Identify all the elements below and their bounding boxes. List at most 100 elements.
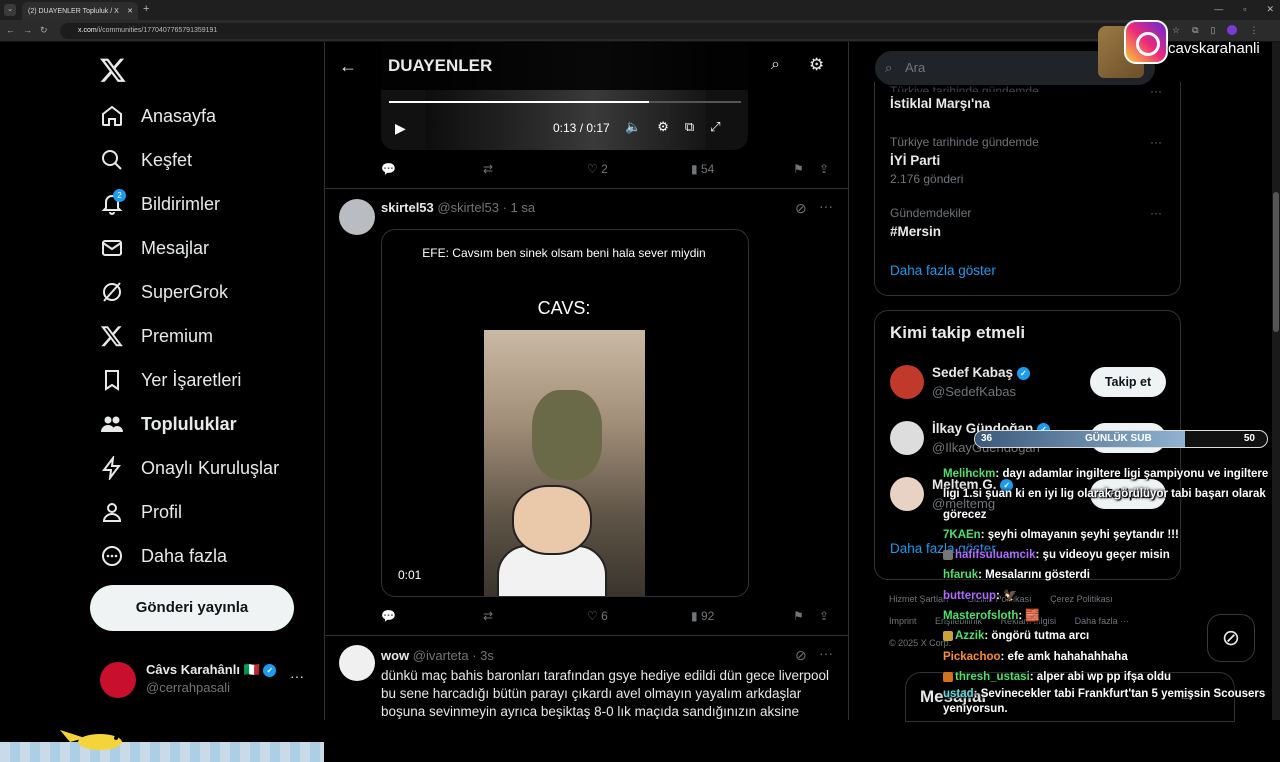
follow-button[interactable]: Takip et bbox=[1090, 367, 1166, 397]
tweet-actions: 💬 ⇄ ♡ 6 ▮ 92 ⚑ ⇪ bbox=[381, 607, 841, 627]
grok-icon[interactable]: ⊘ bbox=[795, 647, 807, 664]
gear-icon[interactable]: ⚙ bbox=[809, 55, 824, 75]
views-icon[interactable]: ▮ 92 bbox=[691, 609, 714, 623]
nav-item-communities[interactable]: Topluluklar bbox=[100, 409, 237, 439]
new-tab-button[interactable]: + bbox=[143, 3, 149, 15]
share-icon[interactable]: ⇪ bbox=[819, 162, 829, 176]
reload-icon[interactable]: ↻ bbox=[40, 25, 48, 36]
play-icon[interactable]: ▶ bbox=[395, 120, 406, 137]
scrollbar-thumb[interactable] bbox=[1273, 192, 1279, 332]
trend-context: Türkiye tarihinde gündemde bbox=[890, 84, 1039, 92]
video-player[interactable]: EFE: Cavsım ben sinek olsam beni hala se… bbox=[381, 229, 749, 597]
chat-text: : Mesalarını gösterdi bbox=[978, 569, 1090, 582]
trend-item[interactable]: Türkiye tarihinde gündemde İstiklal Marş… bbox=[890, 84, 1170, 111]
x-icon bbox=[100, 326, 123, 347]
reply-icon[interactable]: 💬 bbox=[381, 609, 396, 623]
main-column: ← DUAYENLER ⌕ ⚙ ▶ 0:13 / 0:17 🔈 ⚙ ⧉ ⤢ 💬 … bbox=[324, 42, 849, 720]
tweet-author-name[interactable]: skirtel53 bbox=[381, 200, 434, 215]
minimize-button[interactable]: — bbox=[1214, 4, 1223, 15]
page-scrollbar[interactable] bbox=[1272, 42, 1280, 720]
nav-item-label: Mesajlar bbox=[141, 237, 210, 258]
nav-item-premium[interactable]: Premium bbox=[100, 321, 213, 351]
nav-item-label: Profil bbox=[141, 501, 183, 522]
nav-item-home[interactable]: Anasayfa bbox=[100, 101, 216, 131]
video-person bbox=[532, 390, 602, 480]
badge-icon bbox=[943, 671, 953, 682]
nav-item-label: Bildirimler bbox=[141, 193, 221, 214]
follow-suggestion[interactable]: Sedef Kabaş ✓ @SedefKabas Takip et bbox=[890, 365, 1170, 405]
url-field[interactable]: x.com/i/communities/1770407765791359191 bbox=[60, 23, 1140, 39]
nav-item-notifications[interactable]: 2 Bildirimler bbox=[100, 189, 220, 219]
chat-message: Masterofsloth: 🧱 bbox=[943, 606, 1273, 626]
nav-item-verified-orgs[interactable]: Onaylı Kuruluşlar bbox=[100, 453, 279, 483]
chat-username: 7KAEn bbox=[943, 528, 981, 541]
avatar[interactable] bbox=[339, 645, 375, 681]
x-logo-icon[interactable] bbox=[99, 56, 127, 84]
video-duration: 0:01 bbox=[398, 568, 422, 582]
url-path: /i/communities/1770407765791359191 bbox=[96, 27, 218, 34]
more-icon[interactable]: ··· bbox=[819, 645, 833, 661]
more-icon[interactable]: ··· bbox=[819, 198, 833, 214]
reply-icon[interactable]: 💬 bbox=[381, 162, 396, 176]
cartoon-head bbox=[512, 485, 592, 555]
post-button[interactable]: Gönderi yayınla bbox=[90, 585, 294, 631]
like-icon[interactable]: ♡ 2 bbox=[587, 162, 608, 176]
more-icon[interactable]: ··· bbox=[1150, 84, 1162, 98]
close-window-button[interactable]: ✕ bbox=[1266, 4, 1274, 15]
nav-item-profile[interactable]: Profil bbox=[100, 497, 182, 527]
video-caption: EFE: Cavsım ben sinek olsam beni hala se… bbox=[422, 246, 706, 260]
mail-icon bbox=[102, 240, 122, 256]
nav-item-messages[interactable]: Mesajlar bbox=[100, 233, 209, 263]
chat-message: hafifsuluamcik: şu videoyu geçer misin bbox=[943, 545, 1273, 565]
home-icon bbox=[102, 105, 122, 126]
nav-item-more[interactable]: Daha fazla bbox=[100, 541, 227, 571]
tab-close-icon[interactable]: ✕ bbox=[127, 7, 133, 15]
more-icon[interactable]: ··· bbox=[1150, 206, 1162, 220]
repost-icon[interactable]: ⇄ bbox=[483, 609, 493, 623]
footer-link[interactable]: Hizmet Şartları bbox=[889, 594, 949, 604]
trend-item[interactable]: Türkiye tarihinde gündemde İYİ Parti 2.1… bbox=[890, 135, 1170, 186]
show-more-link[interactable]: Daha fazla göster bbox=[890, 263, 996, 278]
grok-icon bbox=[103, 282, 121, 302]
browser-tab[interactable]: (2) DUAYENLER Topluluk / X ✕ bbox=[22, 2, 138, 20]
bookmark-icon[interactable]: ⚑ bbox=[793, 162, 804, 176]
trend-context: Türkiye tarihinde gündemde bbox=[890, 135, 1039, 149]
fullscreen-icon[interactable]: ⤢ bbox=[710, 119, 720, 135]
like-icon[interactable]: ♡ 6 bbox=[587, 609, 608, 623]
maximize-button[interactable]: ▫ bbox=[1243, 4, 1246, 15]
nav-item-explore[interactable]: Keşfet bbox=[100, 145, 192, 175]
share-icon[interactable]: ⇪ bbox=[819, 609, 829, 623]
account-switcher[interactable]: Câvs Karahânlı 🇮🇹 ✓ @cerrahpasali ··· bbox=[100, 660, 310, 700]
settings-icon[interactable]: ⚙ bbox=[657, 119, 669, 135]
avatar[interactable] bbox=[339, 199, 375, 235]
nav-item-label: Yer İşaretleri bbox=[141, 369, 242, 390]
badge-icon bbox=[943, 631, 953, 642]
account-handle: @cerrahpasali bbox=[146, 680, 231, 695]
more-icon[interactable]: ··· bbox=[1150, 135, 1162, 149]
back-arrow-icon[interactable]: ← bbox=[339, 56, 357, 77]
more-icon[interactable]: ··· bbox=[290, 668, 304, 684]
volume-icon[interactable]: 🔈 bbox=[625, 119, 641, 135]
trend-item[interactable]: Gündemdekiler #Mersin ··· bbox=[890, 206, 1170, 239]
verified-badge-icon: ✓ bbox=[263, 664, 277, 678]
tweet-author-name[interactable]: wow bbox=[381, 648, 409, 663]
pip-icon[interactable]: ⧉ bbox=[685, 119, 694, 135]
back-arrow-icon[interactable]: ← bbox=[6, 25, 15, 36]
tweet-actions: 💬 ⇄ ♡ 2 ▮ 54 ⚑ ⇪ bbox=[381, 160, 841, 180]
grok-icon[interactable]: ⊘ bbox=[795, 200, 807, 217]
footer-link[interactable]: Imprint bbox=[889, 616, 917, 626]
forward-arrow-icon[interactable]: → bbox=[23, 25, 32, 36]
like-count: 2 bbox=[601, 162, 608, 176]
chat-username: Azzik bbox=[955, 630, 985, 643]
nav-item-supergrok[interactable]: SuperGrok bbox=[100, 277, 228, 307]
tab-list-button[interactable]: ⌄ bbox=[4, 4, 16, 16]
chat-message: 7KAEn: şeyhi olmayanın şeyhi şeytandır !… bbox=[943, 525, 1273, 545]
video-time: 0:13 / 0:17 bbox=[553, 121, 610, 135]
video-progress-bar[interactable] bbox=[389, 101, 741, 103]
nav-item-bookmarks[interactable]: Yer İşaretleri bbox=[100, 365, 241, 395]
search-icon[interactable]: ⌕ bbox=[771, 56, 780, 74]
repost-icon[interactable]: ⇄ bbox=[483, 162, 493, 176]
views-icon[interactable]: ▮ 54 bbox=[691, 162, 714, 176]
bookmark-icon[interactable]: ⚑ bbox=[793, 609, 804, 623]
search-icon: ⌕ bbox=[885, 60, 893, 75]
